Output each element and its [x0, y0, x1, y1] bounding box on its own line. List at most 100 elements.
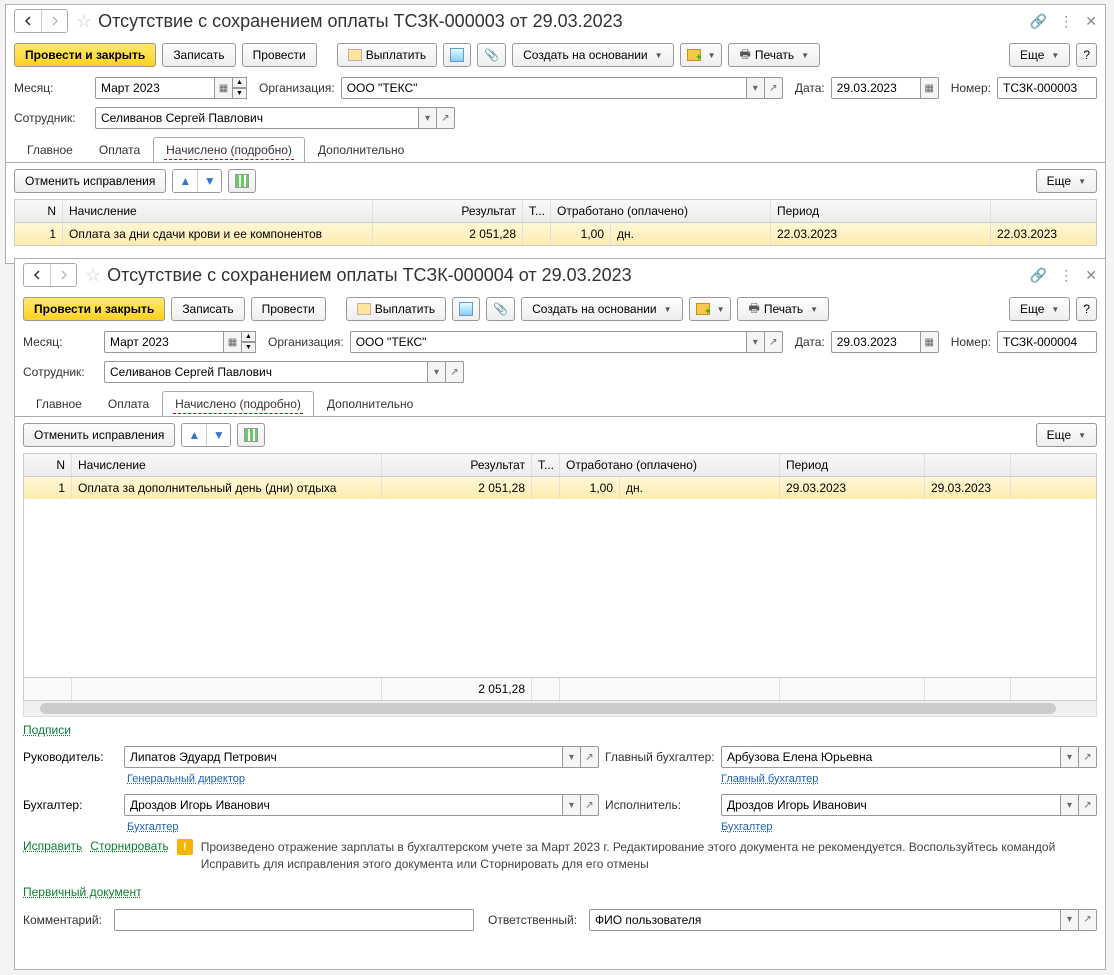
- more-icon[interactable]: ⋮: [1059, 13, 1073, 30]
- month-down-button[interactable]: ▼: [233, 88, 247, 99]
- date-input[interactable]: [831, 77, 921, 99]
- col-period2[interactable]: [925, 454, 1011, 476]
- col-n[interactable]: N: [15, 200, 63, 222]
- open-icon[interactable]: ↗: [446, 361, 464, 383]
- open-icon[interactable]: ↗: [765, 331, 783, 353]
- accountant-input[interactable]: [124, 794, 563, 816]
- comment-input[interactable]: [114, 909, 474, 931]
- tab-calculated[interactable]: Начислено (подробно): [153, 137, 305, 162]
- favorite-star-icon[interactable]: ☆: [85, 265, 101, 286]
- chief-accountant-input[interactable]: [721, 746, 1061, 768]
- post-button[interactable]: Провести: [251, 297, 326, 321]
- dropdown-icon[interactable]: ▾: [563, 746, 581, 768]
- employee-input[interactable]: [95, 107, 419, 129]
- write-button[interactable]: Записать: [162, 43, 235, 67]
- open-icon[interactable]: ↗: [1079, 909, 1097, 931]
- document-icon-button[interactable]: [452, 297, 480, 321]
- col-extra[interactable]: [991, 200, 1061, 222]
- link-icon[interactable]: 🔗: [1030, 13, 1047, 30]
- month-down-button[interactable]: ▼: [242, 342, 256, 353]
- manager-input[interactable]: [124, 746, 563, 768]
- table-row[interactable]: 1 Оплата за дни сдачи крови и ее компоне…: [15, 223, 1096, 245]
- open-icon[interactable]: ↗: [581, 746, 599, 768]
- col-period[interactable]: Период: [771, 200, 991, 222]
- cancel-corrections-button[interactable]: Отменить исправления: [14, 169, 166, 193]
- post-and-close-button[interactable]: Провести и закрыть: [14, 43, 156, 67]
- print-button[interactable]: 🖶Печать▼: [728, 43, 820, 67]
- move-down-button[interactable]: ▼: [206, 424, 230, 446]
- tab-main[interactable]: Главное: [14, 137, 86, 162]
- tab-extra[interactable]: Дополнительно: [314, 391, 426, 416]
- horizontal-scrollbar[interactable]: [23, 701, 1097, 717]
- document-icon-button[interactable]: [443, 43, 471, 67]
- nav-back-button[interactable]: [24, 264, 50, 286]
- org-input[interactable]: [341, 77, 747, 99]
- responsible-input[interactable]: [589, 909, 1061, 931]
- signatures-link[interactable]: Подписи: [23, 723, 71, 737]
- tab-main[interactable]: Главное: [23, 391, 95, 416]
- dropdown-icon[interactable]: ▾: [747, 331, 765, 353]
- executor-input[interactable]: [721, 794, 1061, 816]
- attach-button[interactable]: 📎: [486, 297, 515, 321]
- columns-button[interactable]: [237, 423, 265, 447]
- pay-button[interactable]: Выплатить: [337, 43, 438, 67]
- date-input[interactable]: [831, 331, 921, 353]
- close-icon[interactable]: ✕: [1085, 13, 1097, 30]
- help-button[interactable]: ?: [1076, 297, 1097, 321]
- close-icon[interactable]: ✕: [1085, 267, 1097, 284]
- employee-input[interactable]: [104, 361, 428, 383]
- col-accrual[interactable]: Начисление: [63, 200, 373, 222]
- manager-position-link[interactable]: Генеральный директор: [127, 773, 245, 785]
- number-input[interactable]: [997, 331, 1097, 353]
- nav-forward-button[interactable]: [50, 264, 76, 286]
- create-based-on-button[interactable]: Создать на основании▼: [512, 43, 673, 67]
- dropdown-icon[interactable]: ▾: [1061, 794, 1079, 816]
- org-input[interactable]: [350, 331, 747, 353]
- dropdown-icon[interactable]: ▾: [419, 107, 437, 129]
- col-t[interactable]: Т...: [532, 454, 560, 476]
- more-icon[interactable]: ⋮: [1059, 267, 1073, 284]
- folder-add-button[interactable]: ▼: [680, 43, 723, 67]
- pay-button[interactable]: Выплатить: [346, 297, 447, 321]
- table-more-button[interactable]: Еще▼: [1036, 423, 1097, 447]
- open-icon[interactable]: ↗: [581, 794, 599, 816]
- folder-add-button[interactable]: ▼: [689, 297, 732, 321]
- col-worked[interactable]: Отработано (оплачено): [551, 200, 771, 222]
- write-button[interactable]: Записать: [171, 297, 244, 321]
- month-up-button[interactable]: ▲: [233, 77, 247, 88]
- move-up-button[interactable]: ▲: [182, 424, 206, 446]
- favorite-star-icon[interactable]: ☆: [76, 11, 92, 32]
- nav-forward-button[interactable]: [41, 10, 67, 32]
- col-result[interactable]: Результат: [373, 200, 523, 222]
- dropdown-icon[interactable]: ▾: [1061, 909, 1079, 931]
- dropdown-icon[interactable]: ▾: [428, 361, 446, 383]
- table-row[interactable]: 1 Оплата за дополнительный день (дни) от…: [24, 477, 1096, 499]
- calendar-icon[interactable]: ▦: [921, 77, 939, 99]
- table-more-button[interactable]: Еще▼: [1036, 169, 1097, 193]
- open-icon[interactable]: ↗: [1079, 794, 1097, 816]
- columns-button[interactable]: [228, 169, 256, 193]
- scrollbar-thumb[interactable]: [40, 703, 1056, 714]
- post-button[interactable]: Провести: [242, 43, 317, 67]
- dropdown-icon[interactable]: ▾: [747, 77, 765, 99]
- tab-extra[interactable]: Дополнительно: [305, 137, 417, 162]
- chief-accountant-position-link[interactable]: Главный бухгалтер: [721, 773, 818, 785]
- link-icon[interactable]: 🔗: [1030, 267, 1047, 284]
- print-button[interactable]: 🖶Печать▼: [737, 297, 829, 321]
- primary-document-link[interactable]: Первичный документ: [23, 885, 142, 899]
- fix-link[interactable]: Исправить: [23, 839, 82, 853]
- accountant-position-link[interactable]: Бухгалтер: [127, 821, 178, 833]
- open-icon[interactable]: ↗: [765, 77, 783, 99]
- month-input[interactable]: [104, 331, 224, 353]
- create-based-on-button[interactable]: Создать на основании▼: [521, 297, 682, 321]
- more-button[interactable]: Еще▼: [1009, 43, 1070, 67]
- open-icon[interactable]: ↗: [437, 107, 455, 129]
- col-worked[interactable]: Отработано (оплачено): [560, 454, 780, 476]
- col-result[interactable]: Результат: [382, 454, 532, 476]
- post-and-close-button[interactable]: Провести и закрыть: [23, 297, 165, 321]
- month-up-button[interactable]: ▲: [242, 331, 256, 342]
- move-up-button[interactable]: ▲: [173, 170, 197, 192]
- cancel-corrections-button[interactable]: Отменить исправления: [23, 423, 175, 447]
- tab-payment[interactable]: Оплата: [86, 137, 153, 162]
- calendar-icon[interactable]: ▦: [921, 331, 939, 353]
